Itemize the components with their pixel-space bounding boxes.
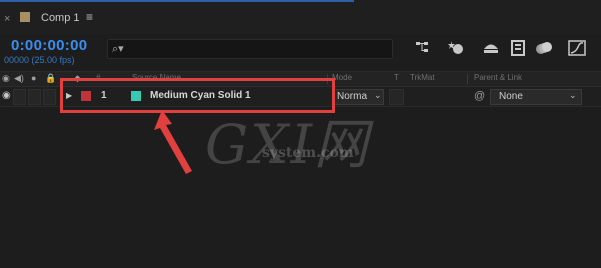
parent-value: None <box>499 91 523 102</box>
close-tab-icon[interactable]: × <box>4 13 10 25</box>
panel-tab-bar: × Comp 1 ≡ <box>0 0 601 34</box>
parent-select[interactable]: None ⌄ <box>490 89 582 105</box>
search-icon: ⌕▾ <box>112 43 124 55</box>
tab-comp-name[interactable]: Comp 1 <box>41 12 80 24</box>
chevron-down-icon: ⌄ <box>569 90 577 100</box>
draft-3d-icon[interactable] <box>447 40 467 58</box>
frame-blending-icon[interactable] <box>508 40 528 58</box>
composition-color-swatch <box>20 12 30 22</box>
annotation-arrow-icon <box>154 110 192 174</box>
solo-switch-icon[interactable]: ● <box>31 73 36 83</box>
panel-menu-icon[interactable]: ≡ <box>86 10 93 24</box>
watermark-logo: GXI网 <box>205 113 370 176</box>
lock-switch-icon[interactable]: 🔒 <box>45 73 56 84</box>
audio-switch-icon[interactable]: ◀) <box>14 73 24 84</box>
visibility-eye-icon[interactable]: ◉ <box>2 90 11 101</box>
chevron-down-icon: ⌄ <box>374 90 382 100</box>
current-time-display[interactable]: 0:00:00:00 <box>11 37 87 54</box>
graph-editor-icon[interactable] <box>567 40 587 58</box>
active-tab-indicator <box>0 0 354 2</box>
composition-flowchart-icon[interactable] <box>413 40 433 58</box>
parent-link-header[interactable]: Parent & Link <box>474 73 522 82</box>
audio-toggle-cell[interactable] <box>13 89 26 105</box>
shy-layers-icon[interactable] <box>481 40 501 58</box>
column-divider <box>467 74 468 84</box>
motion-blur-icon[interactable] <box>534 40 554 58</box>
preserve-transparency-cell[interactable] <box>389 89 404 105</box>
t-header[interactable]: T <box>394 73 399 82</box>
lock-toggle-cell[interactable] <box>43 89 56 105</box>
solo-toggle-cell[interactable] <box>28 89 41 105</box>
video-switch-eye-icon[interactable]: ◉ <box>2 73 10 84</box>
trkmat-header[interactable]: TrkMat <box>410 73 435 82</box>
layer-search-input[interactable]: ⌕▾ <box>107 39 393 59</box>
watermark-site: system.com <box>262 145 354 161</box>
pickwhip-icon[interactable]: @ <box>474 90 485 102</box>
frame-count-readout: 00000 (25.00 fps) <box>4 55 75 65</box>
mode-header[interactable]: Mode <box>332 73 352 82</box>
